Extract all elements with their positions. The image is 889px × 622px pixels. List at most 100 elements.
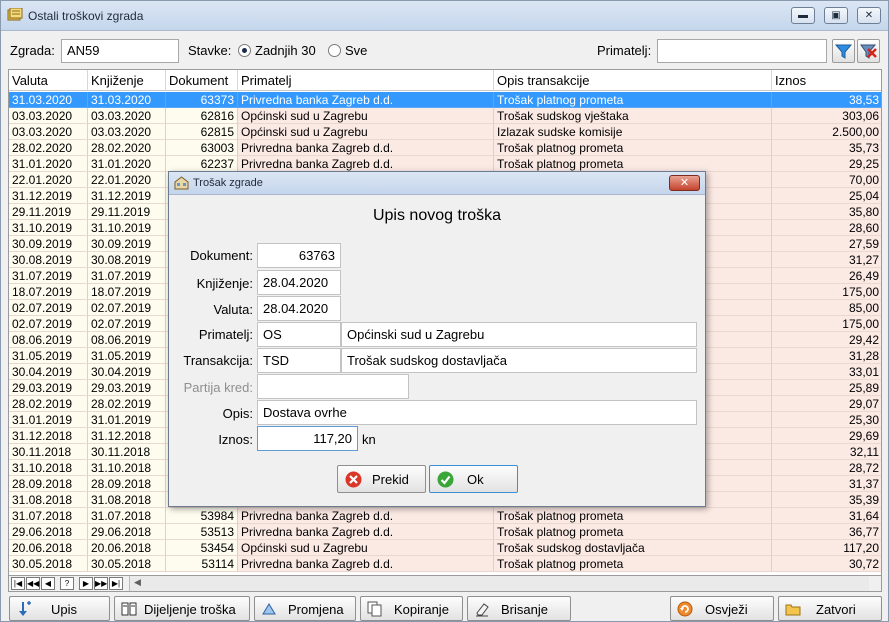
col-iznos[interactable]: Iznos (772, 70, 881, 91)
cell-valuta: 30.09.2019 (9, 236, 88, 252)
radio-all-label[interactable]: Sve (345, 43, 367, 58)
transakcija-code-input[interactable]: TSD (257, 348, 341, 373)
nav-prev-page-button[interactable]: ◀◀ (26, 577, 40, 590)
cell-iznos: 117,20 (772, 540, 881, 556)
cell-knjizenje: 30.04.2019 (88, 364, 166, 380)
osvjezi-button[interactable]: Osvježi (670, 596, 774, 621)
filter-button[interactable] (832, 39, 855, 63)
table-row[interactable]: 03.03.2020 03.03.2020 62816 Općinski sud u … (9, 108, 881, 124)
horizontal-scrollbar[interactable]: ◀ (129, 576, 869, 591)
prekid-button[interactable]: Prekid (337, 465, 426, 493)
transakcija-name-input[interactable]: Trošak sudskog dostavljača (341, 348, 697, 373)
maximize-button[interactable]: ▣ (824, 7, 848, 24)
iznos-input[interactable]: 117,20 (257, 426, 358, 451)
table-row[interactable]: 29.06.2018 29.06.2018 53513 Privredna banka… (9, 524, 881, 540)
cell-primatelj: Privredna banka Zagreb d.d. (238, 556, 494, 572)
zatvori-label: Zatvori (816, 602, 856, 617)
zgrada-input[interactable]: AN59 (61, 39, 179, 63)
table-row[interactable]: 31.03.2020 31.03.2020 63373 Privredna banka… (9, 92, 881, 108)
col-knjizenje[interactable]: Knjiženje (88, 70, 166, 91)
cell-knjizenje: 31.10.2019 (88, 220, 166, 236)
nav-help-button[interactable]: ? (60, 577, 74, 590)
cell-valuta: 20.06.2018 (9, 540, 88, 556)
cell-iznos: 30,72 (772, 556, 881, 572)
cell-valuta: 03.03.2020 (9, 124, 88, 140)
minimize-icon: ▬ (798, 10, 808, 21)
primatelj-filter-input[interactable] (657, 39, 827, 63)
valuta-label: Valuta: (213, 302, 253, 317)
cell-primatelj: Privredna banka Zagreb d.d. (238, 156, 494, 172)
cell-iznos: 26,49 (772, 268, 881, 284)
window-title: Ostali troškovi zgrada (28, 9, 144, 23)
nav-prev-button[interactable]: ◀ (41, 577, 55, 590)
cell-valuta: 30.08.2019 (9, 252, 88, 268)
table-row[interactable]: 28.02.2020 28.02.2020 63003 Privredna banka… (9, 140, 881, 156)
cell-primatelj: Privredna banka Zagreb d.d. (238, 508, 494, 524)
nav-next-button[interactable]: ▶ (79, 577, 93, 590)
grid-header: Valuta Knjiženje Dokument Primatelj Opis… (9, 70, 881, 91)
title-bar: Ostali troškovi zgrada ▬ ▣ ✕ (1, 1, 888, 31)
dokument-input[interactable]: 63763 (257, 243, 341, 268)
nav-next-page-button[interactable]: ▶▶ (94, 577, 108, 590)
close-button[interactable]: ✕ (857, 7, 881, 24)
cell-valuta: 03.03.2020 (9, 108, 88, 124)
partija-input[interactable] (257, 374, 409, 399)
cell-valuta: 31.08.2018 (9, 492, 88, 508)
cell-iznos: 38,53 (772, 92, 881, 108)
opis-input[interactable]: Dostava ovrhe (257, 400, 697, 425)
col-dokument[interactable]: Dokument (166, 70, 238, 91)
kopiranje-button[interactable]: Kopiranje (360, 596, 463, 621)
radio-all[interactable] (328, 44, 341, 57)
cell-valuta: 31.10.2019 (9, 220, 88, 236)
primatelj-code-input[interactable]: OS (257, 322, 341, 347)
trosak-dialog: Trošak zgrade ✕ Upis novog troška Dokume… (168, 171, 706, 507)
clear-filter-button[interactable] (857, 39, 880, 63)
nav-last-button[interactable]: ▶| (109, 577, 123, 590)
knjizenje-input[interactable]: 28.04.2020 (257, 270, 341, 295)
cell-primatelj: Općinski sud u Zagrebu (238, 124, 494, 140)
cancel-icon (345, 471, 362, 488)
cell-knjizenje: 31.01.2019 (88, 412, 166, 428)
minimize-button[interactable]: ▬ (791, 7, 815, 24)
cell-iznos: 35,73 (772, 140, 881, 156)
scroll-left-icon[interactable]: ◀ (134, 577, 141, 588)
grid-navigator: |◀ ◀◀ ◀ ? ▶ ▶▶ ▶| ◀ (8, 576, 882, 592)
cell-knjizenje: 31.08.2018 (88, 492, 166, 508)
cell-primatelj: Općinski sud u Zagrebu (238, 540, 494, 556)
primatelj-name-input[interactable]: Općinski sud u Zagrebu (341, 322, 697, 347)
cell-iznos: 70,00 (772, 172, 881, 188)
table-row[interactable]: 31.07.2018 31.07.2018 53984 Privredna banka… (9, 508, 881, 524)
zatvori-button[interactable]: Zatvori (778, 596, 882, 621)
table-row[interactable]: 30.05.2018 30.05.2018 53114 Privredna banka… (9, 556, 881, 572)
cell-valuta: 31.07.2019 (9, 268, 88, 284)
col-primatelj[interactable]: Primatelj (238, 70, 494, 91)
cell-valuta: 02.07.2019 (9, 300, 88, 316)
dijeljenje-button[interactable]: Dijeljenje troška (114, 596, 250, 621)
promjena-button[interactable]: Promjena (254, 596, 356, 621)
cell-iznos: 2.500,00 (772, 124, 881, 140)
table-row[interactable]: 31.01.2020 31.01.2020 62237 Privredna banka… (9, 156, 881, 172)
col-opis[interactable]: Opis transakcije (494, 70, 772, 91)
cell-opis: Trošak platnog prometa (494, 524, 772, 540)
valuta-input[interactable]: 28.04.2020 (257, 296, 341, 321)
table-row[interactable]: 03.03.2020 03.03.2020 62815 Općinski sud u … (9, 124, 881, 140)
check-icon (437, 471, 454, 488)
radio-last30[interactable] (238, 44, 251, 57)
dialog-close-button[interactable]: ✕ (669, 175, 700, 191)
knjizenje-label: Knjiženje: (196, 276, 253, 291)
radio-last30-label[interactable]: Zadnjih 30 (255, 43, 316, 58)
cell-opis: Trošak platnog prometa (494, 92, 772, 108)
promjena-label: Promjena (288, 602, 344, 617)
cell-iznos: 175,00 (772, 284, 881, 300)
maximize-icon: ▣ (831, 10, 841, 21)
cell-knjizenje: 03.03.2020 (88, 108, 166, 124)
brisanje-button[interactable]: Brisanje (467, 596, 571, 621)
cell-iznos: 32,11 (772, 444, 881, 460)
col-valuta[interactable]: Valuta (9, 70, 88, 91)
ok-button[interactable]: Ok (429, 465, 518, 493)
cell-iznos: 29,69 (772, 428, 881, 444)
nav-first-button[interactable]: |◀ (11, 577, 25, 590)
cell-primatelj: Privredna banka Zagreb d.d. (238, 92, 494, 108)
table-row[interactable]: 20.06.2018 20.06.2018 53454 Općinski sud u … (9, 540, 881, 556)
upis-button[interactable]: Upis (9, 596, 110, 621)
